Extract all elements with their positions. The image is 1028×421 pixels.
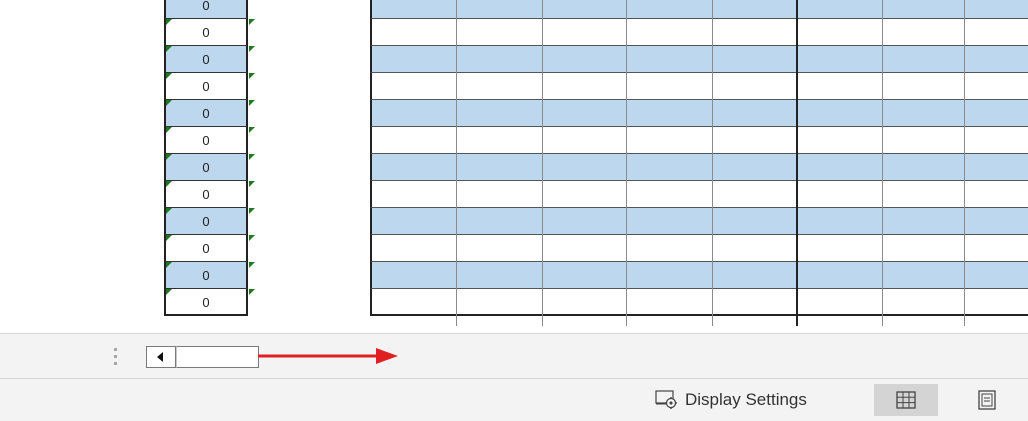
horizontal-scrollbar-strip [0, 333, 1028, 379]
column-a-cell[interactable]: 0 [164, 127, 255, 154]
error-indicator-icon [249, 73, 255, 79]
error-indicator-icon [249, 100, 255, 106]
error-indicator-icon [249, 262, 255, 268]
error-indicator-icon [249, 235, 255, 241]
scroll-left-button[interactable] [146, 346, 176, 368]
normal-view-icon [896, 391, 916, 409]
error-indicator-icon [166, 154, 172, 160]
column-a-cell[interactable]: 0 [164, 208, 255, 235]
column-a-cell[interactable]: 0 [164, 235, 255, 262]
status-bar: Display Settings [0, 379, 1028, 421]
column-a-cell[interactable]: 0 [164, 0, 248, 19]
worksheet-area[interactable]: 000000000000 [0, 0, 1028, 333]
page-layout-view-button[interactable] [976, 389, 998, 411]
table-row[interactable] [370, 19, 1028, 46]
column-divider [712, 0, 713, 326]
column-divider [882, 0, 883, 326]
column-divider [542, 0, 543, 326]
display-settings-label: Display Settings [685, 390, 807, 409]
error-indicator-icon [249, 19, 255, 25]
red-arrow-annotation-icon [258, 348, 398, 364]
table-row[interactable] [370, 73, 1028, 100]
table-row[interactable] [370, 154, 1028, 181]
error-indicator-icon [166, 19, 172, 25]
error-indicator-icon [249, 46, 255, 52]
column-a-cells: 000000000000 [164, 0, 255, 326]
column-a-cell[interactable]: 0 [164, 19, 255, 46]
column-a-cell[interactable]: 0 [164, 73, 255, 100]
display-settings-button[interactable]: Display Settings [655, 386, 807, 414]
column-divider [796, 0, 798, 326]
table-row[interactable] [370, 235, 1028, 262]
column-divider [626, 0, 627, 326]
error-indicator-icon [166, 100, 172, 106]
table-row[interactable] [370, 46, 1028, 73]
table-row[interactable] [370, 262, 1028, 289]
column-a-cell[interactable]: 0 [164, 181, 255, 208]
error-indicator-icon [249, 181, 255, 187]
error-indicator-icon [166, 73, 172, 79]
error-indicator-icon [166, 46, 172, 52]
error-indicator-icon [166, 262, 172, 268]
error-indicator-icon [166, 127, 172, 133]
column-a-cell[interactable]: 0 [164, 262, 255, 289]
error-indicator-icon [249, 208, 255, 214]
column-a-cell[interactable]: 0 [164, 100, 255, 127]
error-indicator-icon [166, 289, 172, 295]
horizontal-scroll-thumb[interactable] [176, 346, 259, 368]
column-a-cell[interactable]: 0 [164, 289, 255, 316]
splitter-grip-icon[interactable] [113, 348, 119, 368]
error-indicator-icon [166, 235, 172, 241]
table-row[interactable] [370, 0, 1028, 19]
display-settings-icon [655, 390, 677, 409]
column-divider [456, 0, 457, 326]
table-row[interactable] [370, 289, 1028, 316]
table-row[interactable] [370, 181, 1028, 208]
banded-grid [370, 0, 1028, 328]
column-divider [964, 0, 965, 326]
error-indicator-icon [166, 181, 172, 187]
table-row[interactable] [370, 100, 1028, 127]
table-row[interactable] [370, 127, 1028, 154]
error-indicator-icon [249, 127, 255, 133]
error-indicator-icon [166, 208, 172, 214]
page-layout-view-icon [978, 390, 996, 410]
error-indicator-icon [249, 289, 255, 295]
error-indicator-icon [249, 154, 255, 160]
column-a-cell[interactable]: 0 [164, 154, 255, 181]
table-row[interactable] [370, 208, 1028, 235]
normal-view-button[interactable] [874, 384, 938, 416]
column-a-cell[interactable]: 0 [164, 46, 255, 73]
